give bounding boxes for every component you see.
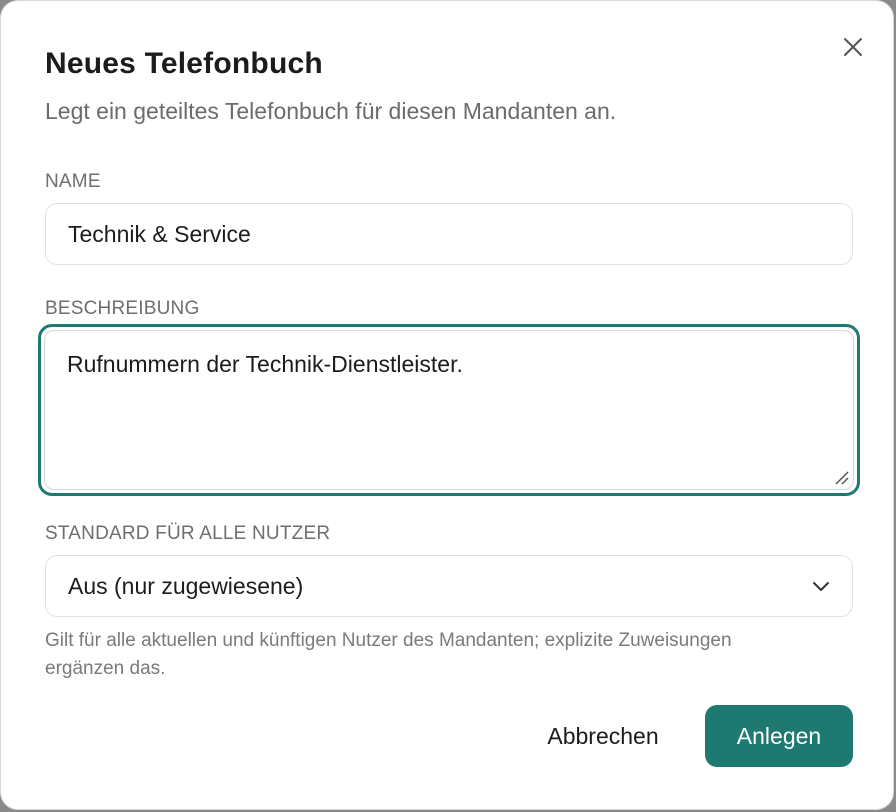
create-button[interactable]: Anlegen [705, 705, 853, 767]
default-all-users-hint: Gilt für alle aktuellen und künftigen Nu… [45, 630, 732, 679]
close-icon [844, 38, 862, 56]
default-all-users-label: STANDARD FÜR ALLE NUTZER [45, 523, 331, 544]
name-input-value: Technik & Service [68, 220, 251, 247]
default-all-users-select[interactable]: Aus (nur zugewiesene) [45, 555, 853, 617]
description-textarea[interactable]: Rufnummern der Technik-Dienstleister. [44, 330, 854, 490]
chevron-down-icon [813, 582, 829, 591]
description-focus-ring: Rufnummern der Technik-Dienstleister. [38, 324, 860, 496]
description-textarea-value: Rufnummern der Technik-Dienstleister. [67, 351, 463, 377]
cancel-button[interactable]: Abbrechen [523, 705, 683, 767]
name-input[interactable]: Technik & Service [45, 203, 853, 265]
description-label: BESCHREIBUNG [45, 298, 200, 319]
new-phonebook-dialog: Neues Telefonbuch Legt ein geteiltes Tel… [0, 0, 894, 810]
name-label: NAME [45, 171, 101, 192]
dialog-title: Neues Telefonbuch [45, 47, 323, 80]
default-all-users-selected-value: Aus (nur zugewiesene) [68, 572, 304, 599]
resize-handle-icon[interactable] [833, 469, 849, 485]
close-button[interactable] [837, 31, 869, 63]
dialog-subtitle: Legt ein geteiltes Telefonbuch für diese… [45, 98, 617, 124]
